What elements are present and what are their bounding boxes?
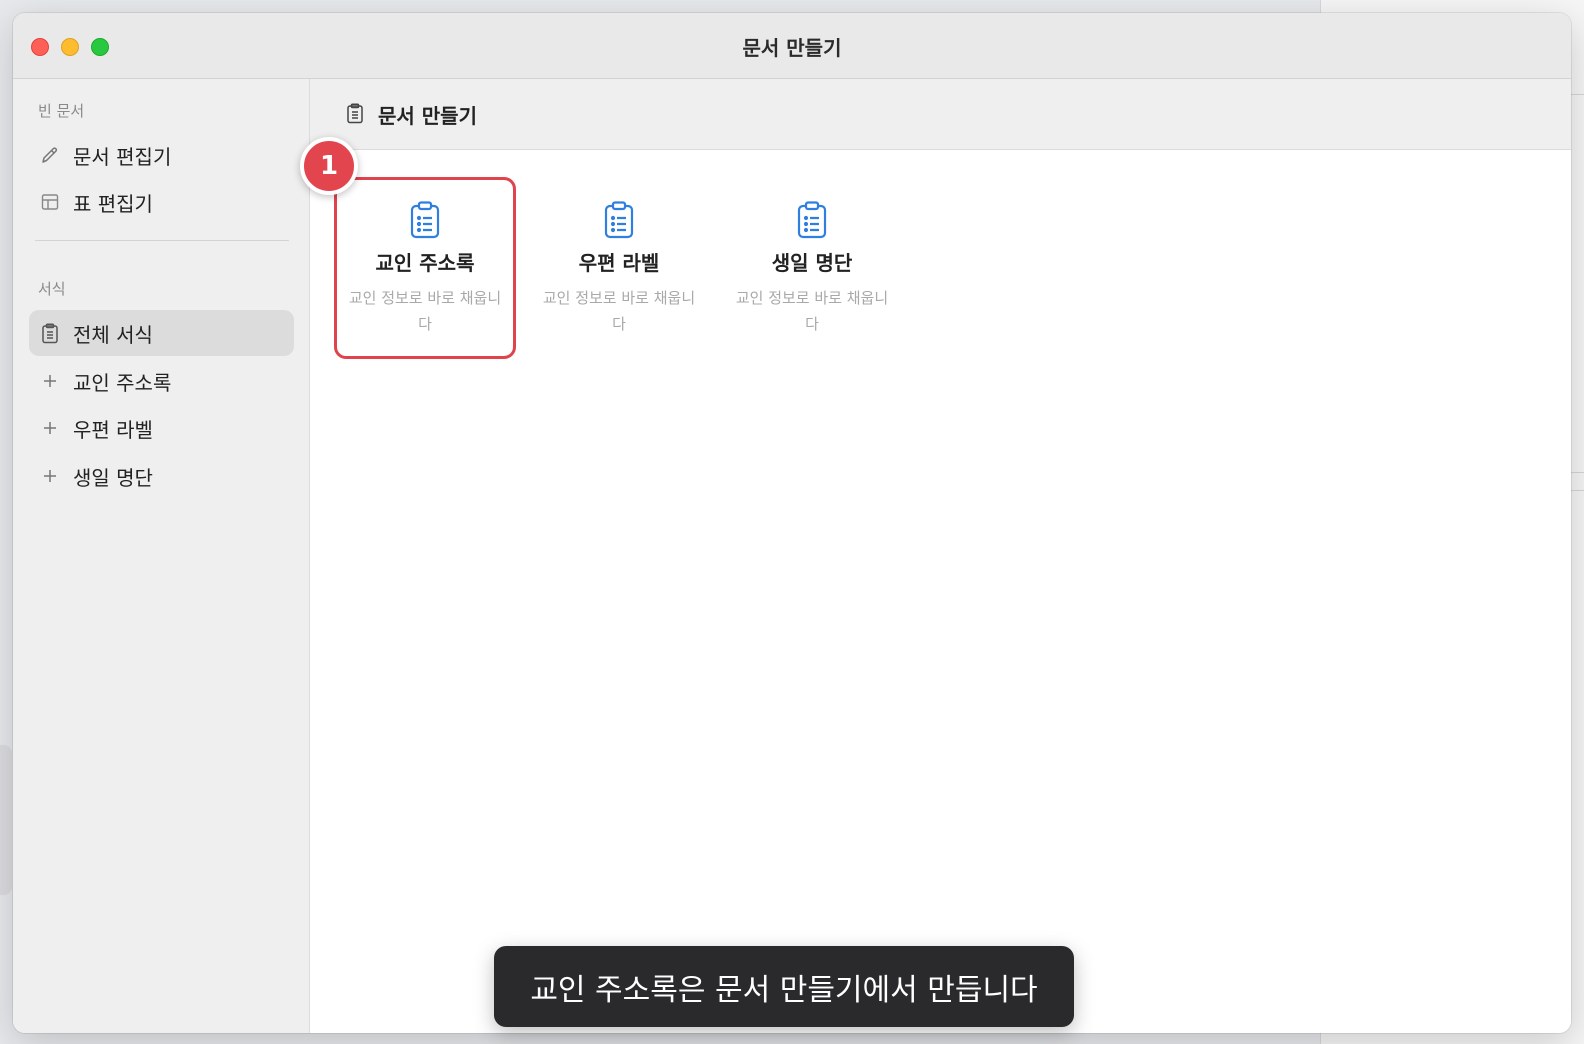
template-card-member-directory[interactable]: 교인 주소록 교인 정보로 바로 채웁니다 [334, 177, 516, 359]
sidebar-item-label: 문서 편집기 [73, 144, 172, 169]
sidebar-item-label: 교인 주소록 [73, 370, 172, 395]
sidebar-item-all-templates[interactable]: 전체 서식 [29, 310, 294, 356]
main-header: 문서 만들기 [310, 79, 1571, 150]
sidebar-item-label: 생일 명단 [73, 465, 153, 490]
card-description: 교인 정보로 바로 채웁니다 [542, 289, 696, 333]
clipboard-icon [410, 201, 440, 239]
card-title: 생일 명단 [771, 251, 853, 275]
plus-icon [39, 417, 61, 439]
clipboard-icon [39, 322, 61, 344]
sidebar-item-label: 우편 라벨 [73, 417, 153, 442]
title-bar: 문서 만들기 [13, 13, 1571, 79]
card-description: 교인 정보로 바로 채웁니다 [735, 289, 889, 333]
pencil-icon [39, 144, 61, 166]
create-document-window: 문서 만들기 빈 문서 문서 편집기 표 편집기 서식 전체 서식 교인 주소록… [13, 13, 1571, 1033]
sidebar: 빈 문서 문서 편집기 표 편집기 서식 전체 서식 교인 주소록 우편 라벨 … [13, 79, 310, 1033]
plus-icon [39, 465, 61, 487]
card-description: 교인 정보로 바로 채웁니다 [348, 289, 502, 333]
clipboard-icon [797, 201, 827, 239]
step-badge: 1 [300, 137, 358, 195]
background-panel-edge [0, 745, 12, 895]
clipboard-icon [604, 201, 634, 239]
clipboard-icon [346, 103, 366, 125]
sidebar-divider [35, 240, 289, 241]
sidebar-item-mailing-labels[interactable]: 우편 라벨 [29, 405, 294, 451]
card-title: 우편 라벨 [578, 251, 660, 275]
main-content: 문서 만들기 교인 주소록 교인 정보로 바로 채웁니다 우편 라벨 교인 정보… [310, 79, 1571, 1033]
sidebar-item-label: 표 편집기 [73, 191, 153, 216]
sidebar-item-table-editor[interactable]: 표 편집기 [29, 179, 294, 225]
sidebar-item-birthday-list[interactable]: 생일 명단 [29, 453, 294, 499]
table-icon [39, 191, 61, 213]
window-title: 문서 만들기 [742, 36, 842, 60]
section-label-templates: 서식 [38, 280, 66, 298]
sidebar-item-member-directory[interactable]: 교인 주소록 [29, 358, 294, 404]
template-card-mailing-labels[interactable]: 우편 라벨 교인 정보로 바로 채웁니다 [528, 177, 710, 359]
sidebar-item-document-editor[interactable]: 문서 편집기 [29, 132, 294, 178]
section-label-blank: 빈 문서 [38, 102, 85, 120]
page-title: 문서 만들기 [378, 104, 477, 128]
card-title: 교인 주소록 [375, 251, 475, 275]
template-card-birthday-list[interactable]: 생일 명단 교인 정보로 바로 채웁니다 [721, 177, 903, 359]
plus-icon [39, 370, 61, 392]
sidebar-item-label: 전체 서식 [73, 322, 153, 347]
toast-message: 교인 주소록은 문서 만들기에서 만듭니다 [494, 946, 1074, 1027]
